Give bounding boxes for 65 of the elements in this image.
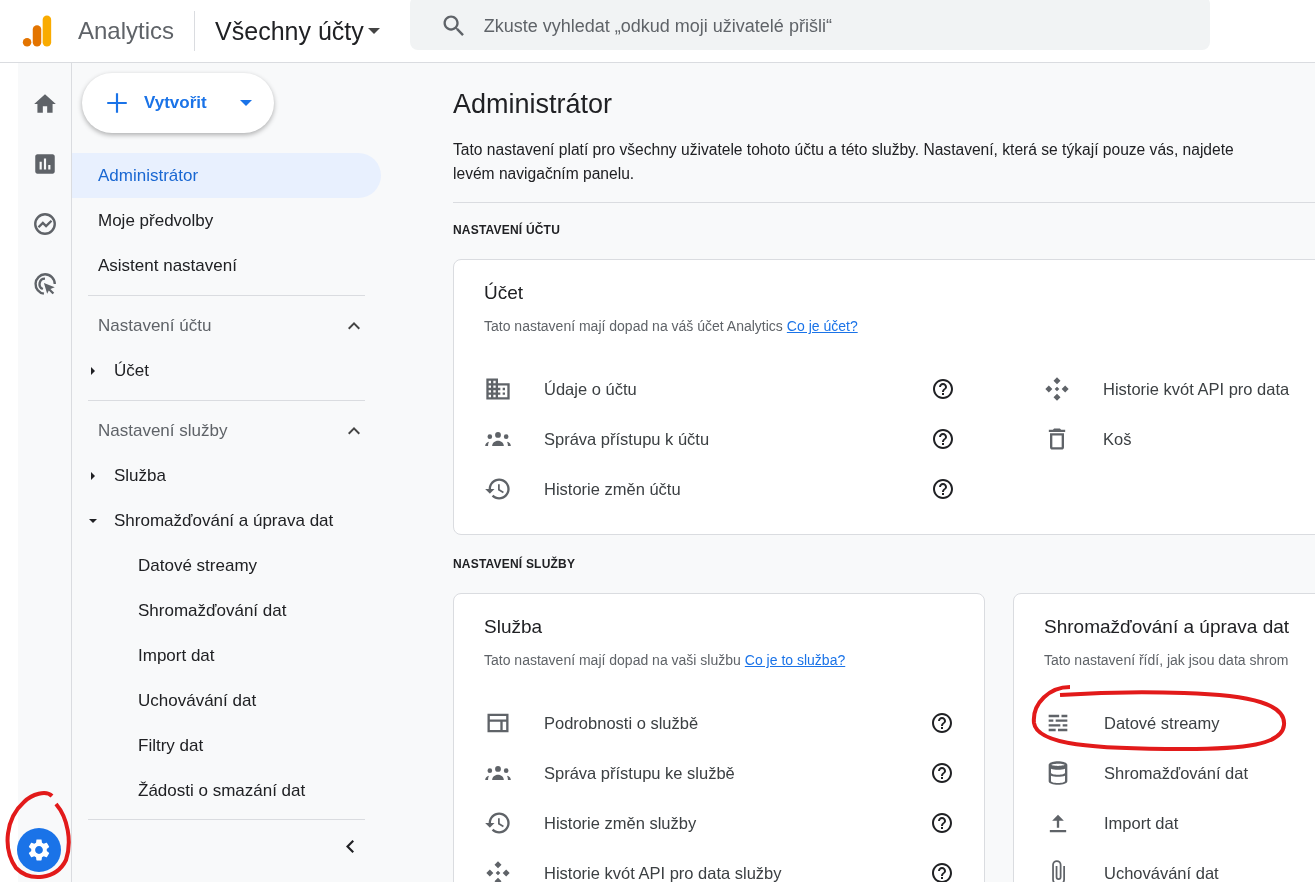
section-heading: NASTAVENÍ ÚČTU: [453, 223, 562, 237]
trend-circle-icon: [31, 211, 58, 237]
tree-subitem[interactable]: Uchovávání dat: [72, 678, 440, 723]
nav-item[interactable]: Asistent nastavení: [72, 243, 381, 288]
settings-link[interactable]: Historie kvót API pro data služby: [544, 863, 782, 882]
help-icon[interactable]: [930, 711, 954, 735]
help-link[interactable]: Co je účet?: [786, 318, 858, 334]
description-text: Tato nastavení platí pro všechny uživatele tohoto účtu a této služby. Nastavení, která se týkají pouze vás, najdete: [453, 140, 1235, 160]
card-intro: Tato nastavení mají dopad na váš účet Analytics Co je účet?: [484, 318, 859, 334]
card-title: Služba: [484, 616, 544, 638]
help-icon[interactable]: [930, 861, 954, 882]
description-text: levém navigačním panelu.: [453, 164, 636, 184]
settings-link[interactable]: Uchovávání dat: [1104, 863, 1219, 882]
settings-link[interactable]: Podrobnosti o službě: [544, 713, 699, 733]
section-heading: NASTAVENÍ SLUŽBY: [453, 557, 577, 571]
section-header[interactable]: Nastavení služby: [72, 409, 365, 453]
chevron-left-icon: [346, 840, 354, 853]
triangle-icon: [88, 470, 98, 481]
plus-icon: [104, 90, 130, 116]
product-name: Analytics: [78, 17, 175, 45]
card-title: Účet: [484, 282, 525, 304]
page-title: Administrátor: [453, 89, 614, 120]
tree-item[interactable]: Shromažďování a úprava dat: [72, 498, 334, 543]
chevron-icon: [348, 322, 360, 330]
tree-item[interactable]: Služba: [72, 453, 166, 498]
caret-icon: [240, 100, 252, 106]
settings-button[interactable]: [16, 828, 61, 872]
settings-link[interactable]: Koš: [1103, 429, 1132, 449]
analytics-logo-icon: [20, 14, 54, 48]
account-picker[interactable]: Všechny účty: [215, 16, 380, 46]
settings-link[interactable]: Správa přístupu k účtu: [544, 429, 710, 449]
help-icon[interactable]: [931, 377, 955, 401]
section-header[interactable]: Nastavení účtu: [72, 304, 365, 348]
nav-item[interactable]: Administrátor: [72, 153, 381, 198]
card-title: Shromažďování a úprava dat: [1044, 616, 1291, 638]
settings-link[interactable]: Údaje o účtu: [544, 379, 637, 399]
tree-subitem[interactable]: Shromažďování dat: [72, 588, 440, 633]
settings-link[interactable]: Historie kvót API pro data: [1103, 379, 1290, 399]
help-icon[interactable]: [931, 477, 955, 501]
nav-item[interactable]: Moje předvolby: [72, 198, 381, 243]
settings-link[interactable]: Správa přístupu ke službě: [544, 763, 735, 783]
help-icon[interactable]: [930, 761, 954, 785]
tree-subitem[interactable]: Datové streamy: [72, 543, 440, 588]
create-button[interactable]: Vytvořit: [82, 73, 274, 133]
target-cursor-icon: [31, 271, 58, 297]
tree-subitem[interactable]: Import dat: [72, 633, 440, 678]
settings-link[interactable]: Historie změn účtu: [544, 479, 681, 499]
card-intro: Tato nastavení mají dopad na vaši službu Co je to služba?: [484, 652, 847, 668]
diamonds-icon: [1043, 375, 1071, 403]
settings-link[interactable]: Shromažďování dat: [1104, 763, 1249, 783]
diamonds-icon: [484, 859, 512, 882]
help-link[interactable]: Co je to služba?: [744, 652, 846, 668]
search-field[interactable]: Zkuste vyhledat „odkud moji uživatelé přišli“: [409, 0, 1210, 50]
chevron-icon: [348, 427, 360, 435]
triangle-icon: [88, 365, 98, 376]
card-intro: Tato nastavení řídí, jak jsou data shrom: [1044, 652, 1290, 668]
settings-link[interactable]: Historie změn služby: [544, 813, 697, 833]
settings-link[interactable]: Import dat: [1104, 813, 1179, 833]
help-icon[interactable]: [930, 811, 954, 835]
tree-subitem[interactable]: Žádosti o smazání dat: [72, 768, 440, 813]
settings-link[interactable]: Datové streamy: [1104, 713, 1220, 733]
tree-item[interactable]: Účet: [72, 348, 149, 393]
tree-subitem[interactable]: Filtry dat: [72, 723, 440, 768]
caret-icon: [367, 28, 380, 34]
help-icon[interactable]: [931, 427, 955, 451]
